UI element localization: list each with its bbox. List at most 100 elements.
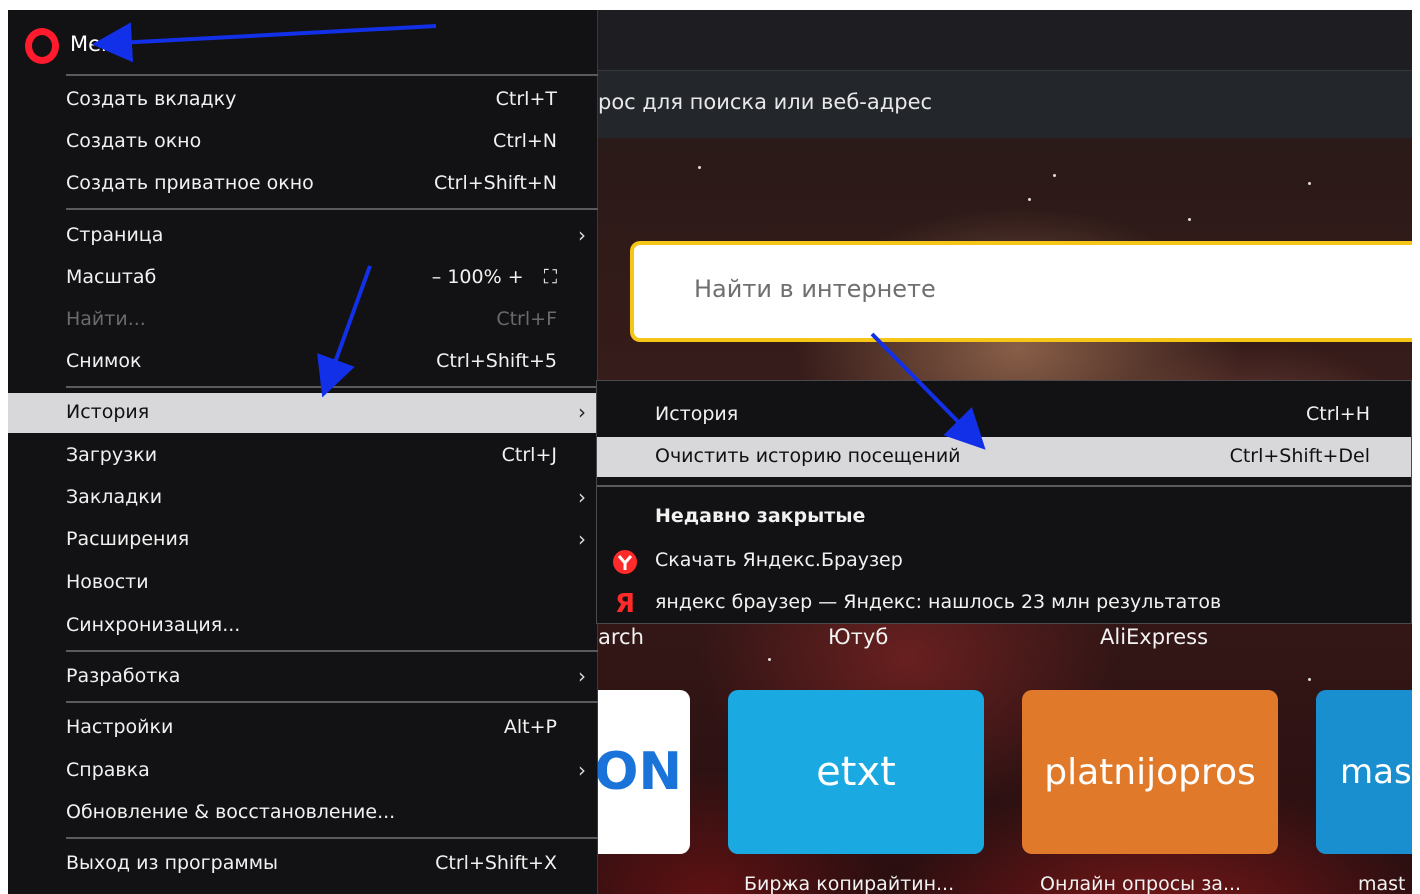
chevron-right-icon: › (578, 758, 586, 782)
menu-item-label: Выход из программы (66, 852, 279, 874)
search-box[interactable] (630, 241, 1412, 342)
menu-item-new-tab[interactable]: Создать вкладку Ctrl+T (8, 80, 598, 120)
menu-item-update-recovery[interactable]: Обновление & восстановление... (8, 793, 598, 833)
menu-item-label: Создать вкладку (66, 88, 237, 110)
menu-item-new-private-window[interactable]: Создать приватное окно Ctrl+Shift+N (8, 164, 598, 204)
tile-caption[interactable]: Онлайн опросы за... (1040, 873, 1241, 894)
history-submenu: История Ctrl+H Очистить историю посещени… (596, 380, 1412, 624)
menu-item-label: Создать приватное окно (66, 172, 314, 194)
chevron-right-icon: › (578, 400, 586, 424)
menu-item-label: Синхронизация... (66, 614, 241, 636)
tile-logo-text: mast (1340, 752, 1412, 792)
menu-item-zoom[interactable]: Масштаб – 100% + ⛶ (8, 258, 598, 298)
menu-separator (597, 485, 1411, 487)
zoom-level: 100% (447, 266, 502, 288)
menu-item-shortcut: Ctrl+J (501, 444, 557, 466)
star (1188, 218, 1191, 221)
menu-title: Меню (70, 32, 133, 56)
menu-item-shortcut: Ctrl+H (1305, 403, 1370, 425)
star (768, 658, 771, 661)
menu-item-label: Загрузки (66, 444, 158, 466)
menu-item-label: История (66, 401, 150, 423)
menu-item-label: Снимок (66, 350, 142, 372)
menu-item-label: Обновление & восстановление... (66, 801, 396, 823)
menu-item-shortcut: Ctrl+F (496, 308, 557, 330)
star (1053, 174, 1056, 177)
menu-item-label: История (655, 403, 739, 425)
speed-dial-label[interactable]: arch (598, 625, 644, 649)
menu-item-extensions[interactable]: Расширения › (8, 520, 598, 560)
menu-item-shortcut: Alt+P (503, 716, 557, 738)
star (1308, 678, 1311, 681)
menu-item-bookmarks[interactable]: Закладки › (8, 478, 598, 518)
menu-item-developer[interactable]: Разработка › (8, 657, 598, 697)
tile-caption[interactable]: mast (1358, 873, 1406, 894)
menu-separator (66, 837, 598, 839)
menu-item-label: Найти... (66, 308, 146, 330)
menu-item-downloads[interactable]: Загрузки Ctrl+J (8, 436, 598, 476)
recently-closed-heading: Недавно закрытые (655, 505, 866, 527)
opera-main-menu: Меню Создать вкладку Ctrl+T Создать окно… (8, 10, 598, 894)
menu-item-label: Скачать Яндекс.Браузер (655, 549, 903, 571)
menu-item-new-window[interactable]: Создать окно Ctrl+N (8, 122, 598, 162)
yandex-browser-icon (612, 549, 638, 575)
menu-separator (66, 74, 598, 76)
menu-item-news[interactable]: Новости (8, 563, 598, 603)
address-bar-placeholder[interactable]: рос для поиска или веб-адрес (598, 90, 932, 114)
speed-dial-label[interactable]: AliExpress (1100, 625, 1208, 649)
zoom-in-button[interactable]: + (508, 266, 524, 288)
speed-dial-tile[interactable]: platnijopros (1022, 690, 1278, 854)
menu-separator (66, 208, 598, 210)
zoom-control: – 100% + ⛶ (432, 266, 557, 288)
browser-window: рос для поиска или веб-адрес arch Ютуб A… (8, 10, 1412, 894)
opera-logo-icon (25, 28, 59, 64)
menu-item-sync[interactable]: Синхронизация... (8, 606, 598, 646)
star (1308, 182, 1311, 185)
menu-header[interactable]: Меню (8, 10, 598, 74)
menu-item-label: Создать окно (66, 130, 202, 152)
recently-closed-item[interactable]: Я яндекс браузер — Яндекс: нашлось 23 мл… (597, 583, 1411, 623)
menu-item-label: Разработка (66, 665, 181, 687)
speed-dial-tile[interactable]: etxt (728, 690, 984, 854)
menu-item-shortcut: Ctrl+Shift+5 (436, 350, 557, 372)
menu-item-shortcut: Ctrl+Shift+X (435, 852, 557, 874)
menu-separator (66, 386, 598, 388)
star (698, 166, 701, 169)
menu-item-label: Расширения (66, 528, 190, 550)
menu-item-label: Закладки (66, 486, 163, 508)
menu-item-label: Настройки (66, 716, 174, 738)
menu-item-exit[interactable]: Выход из программы Ctrl+Shift+X (8, 844, 598, 884)
zoom-out-button[interactable]: – (432, 266, 442, 288)
menu-item-label: Масштаб (66, 266, 157, 288)
menu-separator (66, 701, 598, 703)
tile-caption[interactable]: Биржа копирайтин... (744, 873, 954, 894)
chevron-right-icon: › (578, 485, 586, 509)
menu-item-label: Справка (66, 759, 150, 781)
chevron-right-icon: › (578, 223, 586, 247)
menu-item-shortcut: Ctrl+Shift+Del (1229, 445, 1370, 467)
yandex-icon: Я (614, 589, 636, 619)
chevron-right-icon: › (578, 664, 586, 688)
menu-item-snapshot[interactable]: Снимок Ctrl+Shift+5 (8, 342, 598, 382)
menu-item-help[interactable]: Справка › (8, 751, 598, 791)
submenu-item-clear-history[interactable]: Очистить историю посещений Ctrl+Shift+De… (597, 437, 1411, 477)
fullscreen-icon[interactable]: ⛶ (544, 266, 557, 288)
submenu-item-history[interactable]: История Ctrl+H (597, 395, 1411, 435)
search-input[interactable] (694, 275, 1294, 303)
menu-item-shortcut: Ctrl+N (493, 130, 557, 152)
menu-item-label: Страница (66, 224, 164, 246)
star (1028, 198, 1031, 201)
menu-separator (66, 650, 598, 652)
chevron-right-icon: › (578, 527, 586, 551)
menu-item-label: Новости (66, 571, 149, 593)
speed-dial-label[interactable]: Ютуб (828, 625, 888, 649)
recently-closed-item[interactable]: Скачать Яндекс.Браузер (597, 541, 1411, 581)
speed-dial-tile[interactable]: mast (1316, 690, 1412, 854)
menu-item-label: Очистить историю посещений (655, 445, 961, 467)
tile-logo-text: ON (594, 742, 682, 802)
menu-item-history[interactable]: История › (8, 393, 598, 433)
menu-item-page[interactable]: Страница › (8, 216, 598, 256)
menu-item-settings[interactable]: Настройки Alt+P (8, 708, 598, 748)
menu-item-find[interactable]: Найти... Ctrl+F (8, 300, 598, 340)
menu-item-label: яндекс браузер — Яндекс: нашлось 23 млн … (655, 591, 1222, 613)
